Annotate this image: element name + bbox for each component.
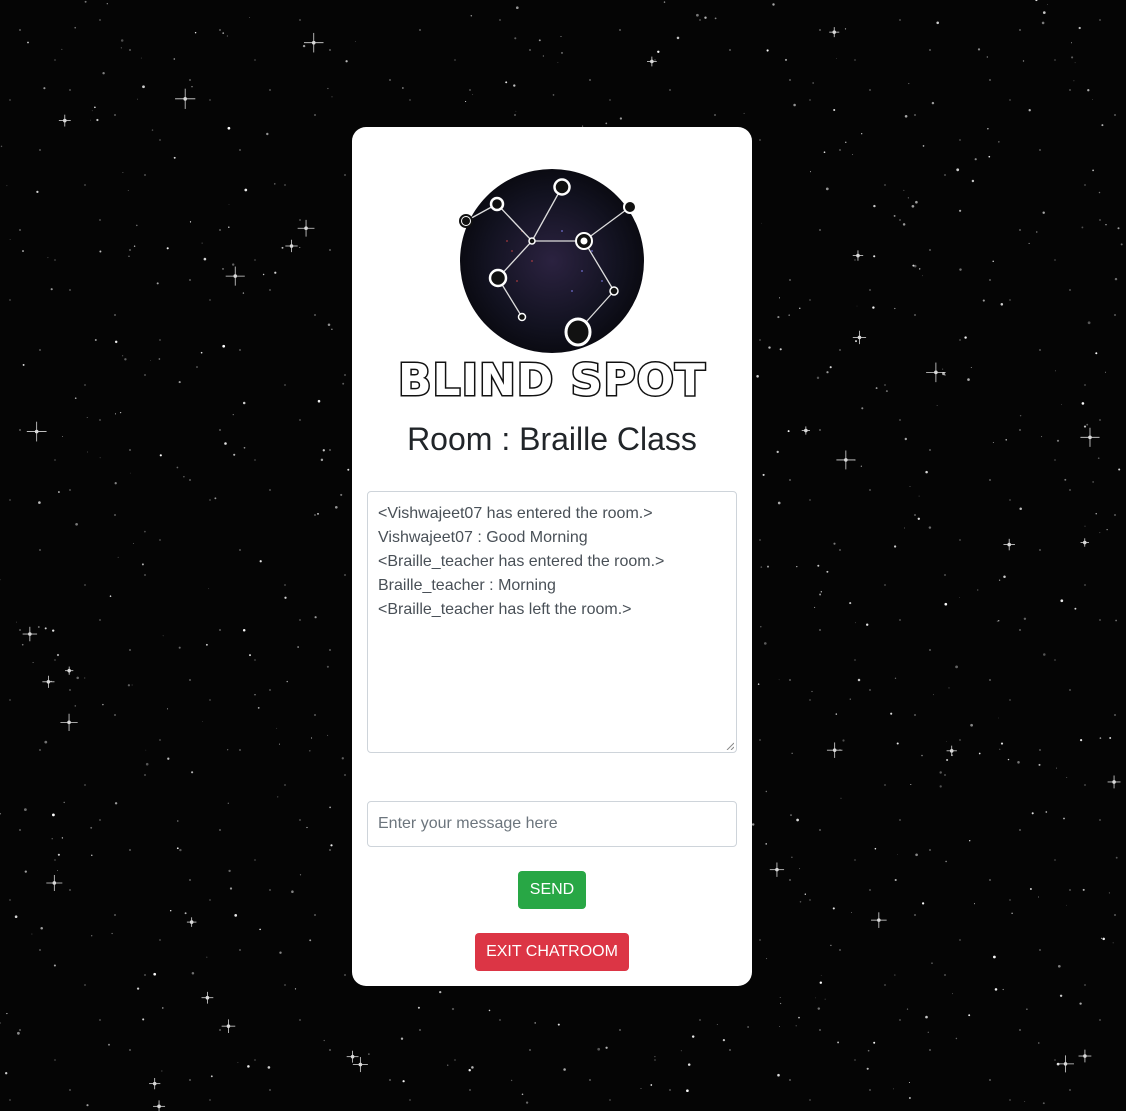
chat-message: <Braille_teacher has entered the room.>: [378, 553, 665, 570]
chat-message: Braille_teacher : Morning: [378, 577, 556, 594]
chat-message: <Braille_teacher has left the room.>: [378, 601, 632, 618]
room-title: Room : Braille Class: [407, 421, 697, 457]
chatroom-card: BLIND SPOT Room : Braille Class <Vishwaj…: [352, 127, 752, 986]
chat-message: Vishwajeet07 : Good Morning: [378, 529, 588, 546]
chat-log[interactable]: <Vishwajeet07 has entered the room.> Vis…: [367, 491, 737, 753]
resize-grip-icon[interactable]: [726, 742, 734, 750]
constellation-logo-icon: [459, 169, 644, 353]
exit-chatroom-button[interactable]: EXIT CHATROOM: [475, 933, 629, 971]
brand-logo-text: BLIND SPOT: [397, 354, 707, 408]
message-input[interactable]: [367, 801, 737, 847]
send-button[interactable]: SEND: [518, 871, 586, 909]
chat-message: <Vishwajeet07 has entered the room.>: [378, 505, 653, 522]
